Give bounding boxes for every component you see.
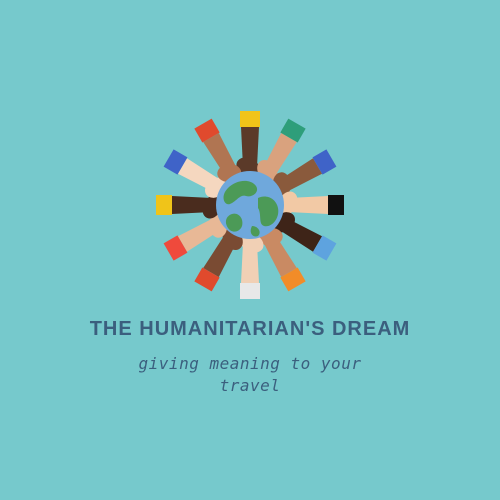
brand-title: THE HUMANITARIAN'S DREAM <box>89 318 411 340</box>
hands-globe-logo <box>156 111 344 299</box>
tagline-line-1: giving meaning to your <box>138 354 362 373</box>
globe-icon <box>216 171 284 239</box>
tagline-line-2: travel <box>219 376 281 395</box>
